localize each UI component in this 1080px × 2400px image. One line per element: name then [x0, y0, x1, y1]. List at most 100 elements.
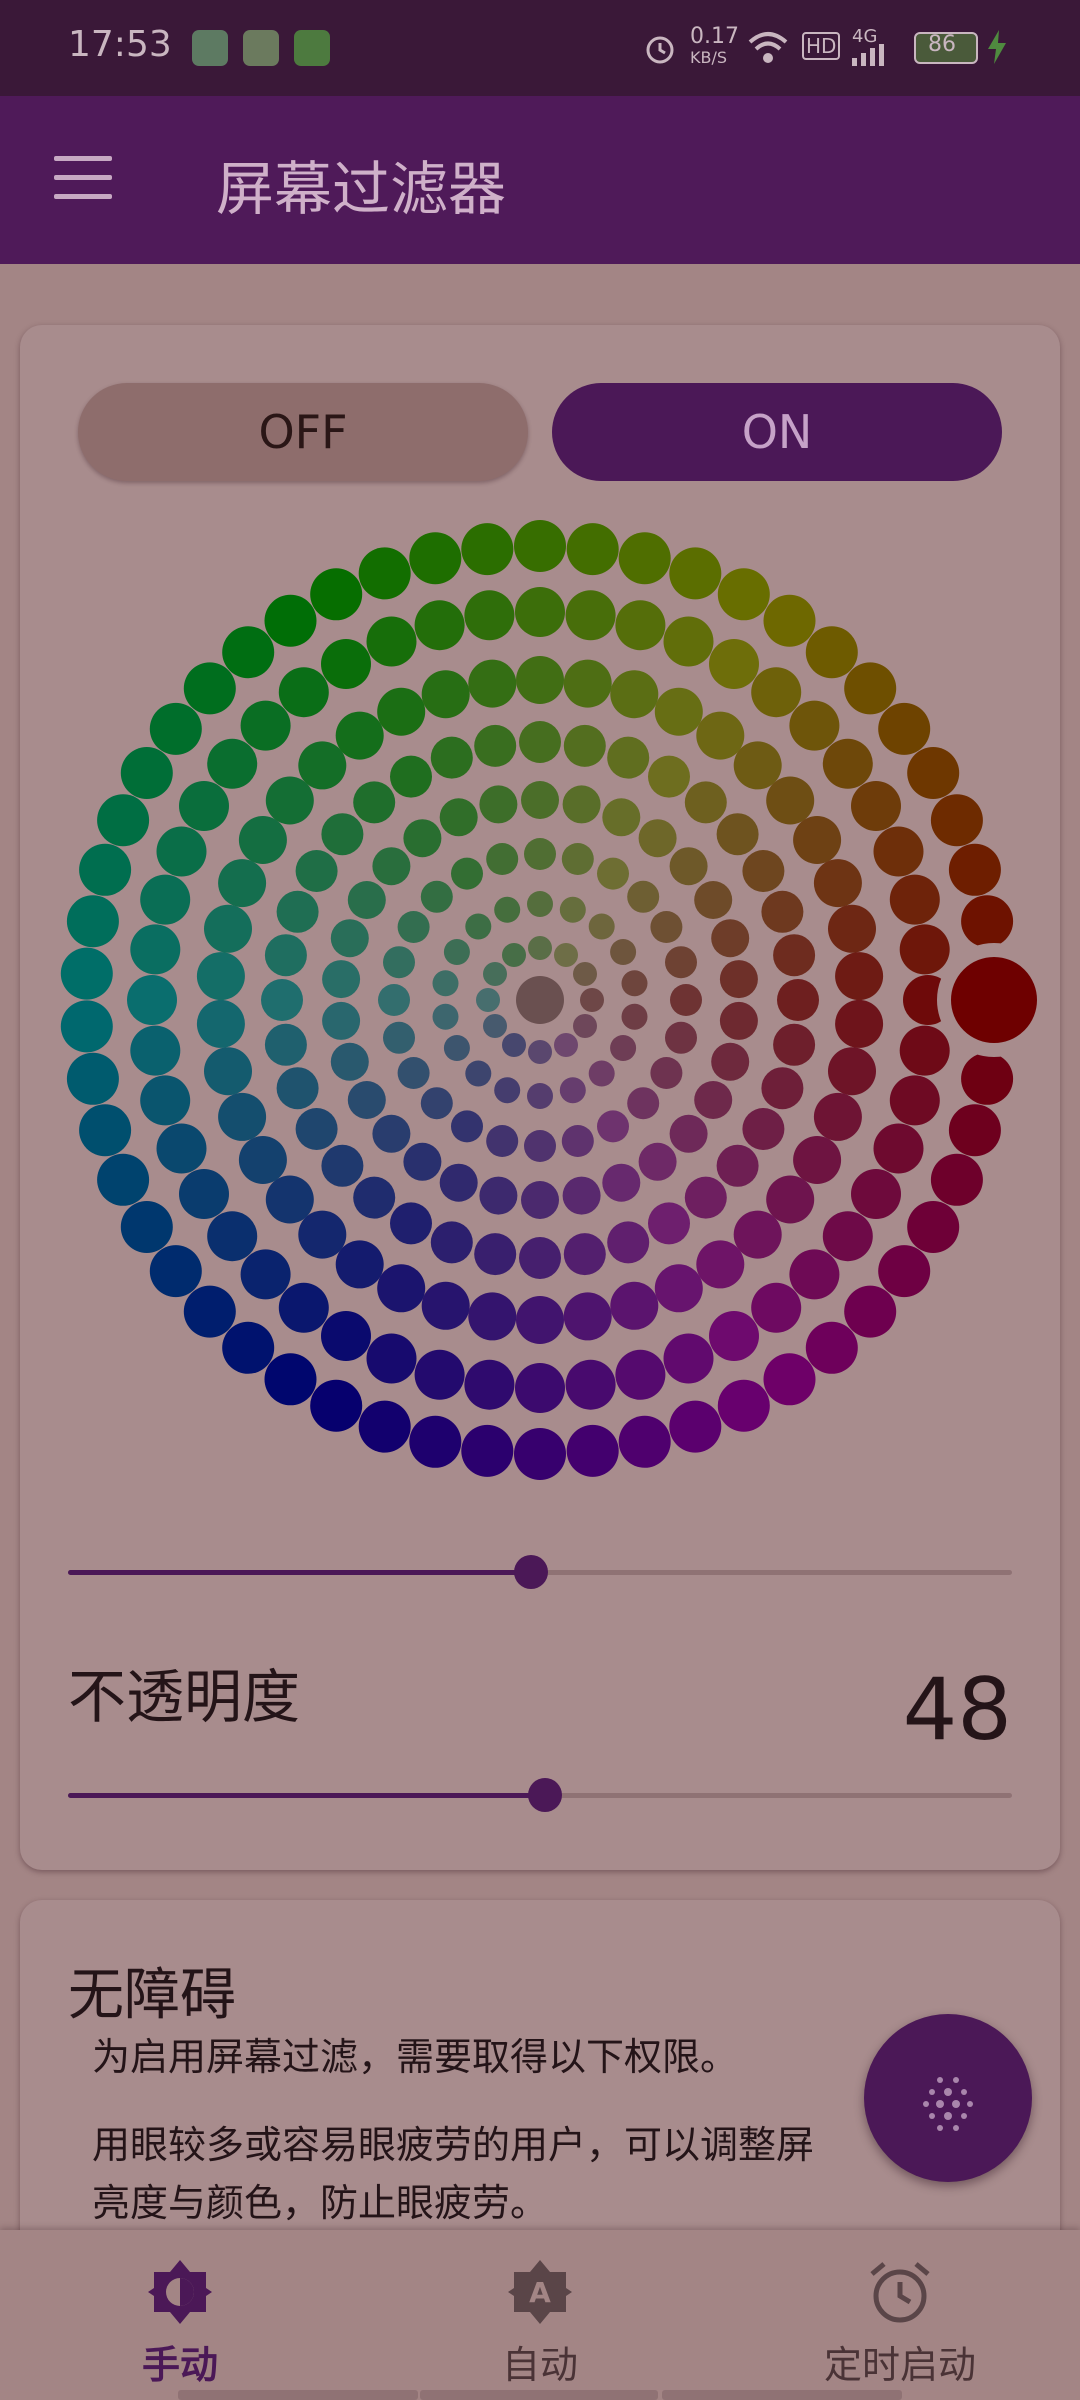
color-dot[interactable] — [516, 1296, 564, 1344]
color-dot[interactable] — [563, 1292, 612, 1341]
color-dot[interactable] — [97, 1153, 150, 1206]
color-dot[interactable] — [377, 687, 426, 736]
color-dot[interactable] — [669, 1114, 708, 1153]
color-dot[interactable] — [295, 1108, 338, 1150]
on-button[interactable]: ON — [552, 383, 1002, 481]
color-dot[interactable] — [813, 859, 862, 908]
color-dot[interactable] — [618, 532, 671, 585]
color-dot[interactable] — [761, 1067, 804, 1110]
color-dot[interactable] — [420, 880, 453, 913]
color-dot[interactable] — [264, 934, 307, 977]
color-dot[interactable] — [432, 1003, 459, 1030]
color-dot[interactable] — [430, 736, 473, 779]
color-dot[interactable] — [742, 1108, 785, 1150]
color-dot[interactable] — [60, 947, 113, 1000]
color-dot[interactable] — [930, 794, 983, 847]
color-dot[interactable] — [397, 911, 430, 943]
color-dot[interactable] — [588, 1060, 615, 1087]
color-dot[interactable] — [561, 843, 594, 875]
color-dot[interactable] — [514, 520, 566, 572]
color-dot[interactable] — [618, 1415, 671, 1468]
color-dot[interactable] — [709, 1311, 759, 1361]
color-dot[interactable] — [580, 988, 604, 1012]
color-dot[interactable] — [716, 1144, 759, 1187]
color-dot[interactable] — [573, 962, 597, 986]
color-dot[interactable] — [372, 1114, 411, 1153]
color-dot[interactable] — [120, 747, 173, 799]
color-dot[interactable] — [421, 670, 470, 719]
color-dot[interactable] — [615, 600, 666, 651]
color-dot[interactable] — [566, 1424, 619, 1477]
color-dot[interactable] — [240, 700, 291, 751]
color-dot[interactable] — [828, 904, 876, 953]
color-dot[interactable] — [822, 738, 873, 789]
color-dot[interactable] — [565, 1359, 616, 1410]
color-dot[interactable] — [120, 1201, 173, 1253]
color-dot[interactable] — [443, 1035, 470, 1061]
color-dot[interactable] — [597, 1110, 629, 1143]
color-dot[interactable] — [773, 934, 816, 977]
color-dot[interactable] — [716, 813, 759, 856]
color-dot[interactable] — [79, 1104, 132, 1157]
color-dot[interactable] — [588, 913, 615, 940]
color-dot[interactable] — [519, 721, 561, 763]
color-dot[interactable] — [889, 874, 940, 925]
color-dot[interactable] — [264, 1353, 317, 1406]
color-dot[interactable] — [130, 924, 181, 975]
color-dot[interactable] — [494, 1077, 521, 1104]
color-dot[interactable] — [486, 1125, 519, 1157]
color-dot[interactable] — [554, 943, 578, 967]
color-dot[interactable] — [694, 1081, 733, 1119]
color-dot[interactable] — [524, 1130, 556, 1162]
color-dot[interactable] — [494, 896, 521, 923]
color-dot[interactable] — [295, 850, 338, 892]
color-dot[interactable] — [321, 1311, 371, 1361]
color-dot[interactable] — [409, 1415, 462, 1468]
color-dot[interactable] — [719, 960, 758, 999]
color-dot[interactable] — [563, 1233, 606, 1276]
color-dot[interactable] — [276, 1067, 319, 1110]
color-dot[interactable] — [474, 1233, 517, 1276]
color-dot[interactable] — [521, 781, 559, 819]
color-dot[interactable] — [278, 667, 329, 718]
color-dot[interactable] — [766, 776, 815, 825]
color-dot[interactable] — [439, 798, 478, 837]
color-dot[interactable] — [889, 1075, 940, 1126]
color-dot[interactable] — [696, 1240, 745, 1289]
color-dot[interactable] — [179, 781, 229, 831]
color-dot[interactable] — [719, 1001, 758, 1040]
color-dot[interactable] — [751, 667, 802, 718]
color-dot[interactable] — [207, 738, 258, 789]
color-dot[interactable] — [430, 1221, 473, 1264]
color-dot[interactable] — [486, 843, 519, 875]
color-dot[interactable] — [464, 1359, 515, 1410]
color-dot[interactable] — [844, 1285, 897, 1338]
color-dot[interactable] — [789, 700, 840, 751]
color-dot[interactable] — [383, 946, 415, 979]
color-dot[interactable] — [527, 891, 553, 917]
color-dot[interactable] — [828, 1047, 876, 1096]
color-dot[interactable] — [733, 1210, 782, 1259]
color-dot[interactable] — [179, 1169, 229, 1219]
opacity-slider[interactable] — [68, 1778, 1012, 1812]
color-dot[interactable] — [669, 847, 708, 886]
color-dot[interactable] — [899, 924, 950, 975]
color-dot[interactable] — [907, 747, 960, 799]
color-dot[interactable] — [372, 847, 411, 886]
color-dot[interactable] — [149, 702, 202, 755]
color-dot[interactable] — [240, 1249, 291, 1300]
color-dot[interactable] — [414, 1349, 465, 1400]
color-dot[interactable] — [310, 568, 363, 621]
color-dot[interactable] — [851, 781, 901, 831]
color-dot[interactable] — [851, 1169, 901, 1219]
color-dot[interactable] — [878, 702, 931, 755]
color-dot[interactable] — [366, 616, 417, 667]
color-dot[interactable] — [602, 798, 641, 837]
color-dot[interactable] — [474, 724, 517, 767]
color-dot[interactable] — [238, 1136, 287, 1184]
color-dot[interactable] — [432, 970, 459, 997]
color-dot[interactable] — [670, 984, 702, 1016]
color-dot[interactable] — [264, 594, 317, 647]
color-dot[interactable] — [665, 946, 697, 979]
color-dot[interactable] — [711, 919, 750, 958]
